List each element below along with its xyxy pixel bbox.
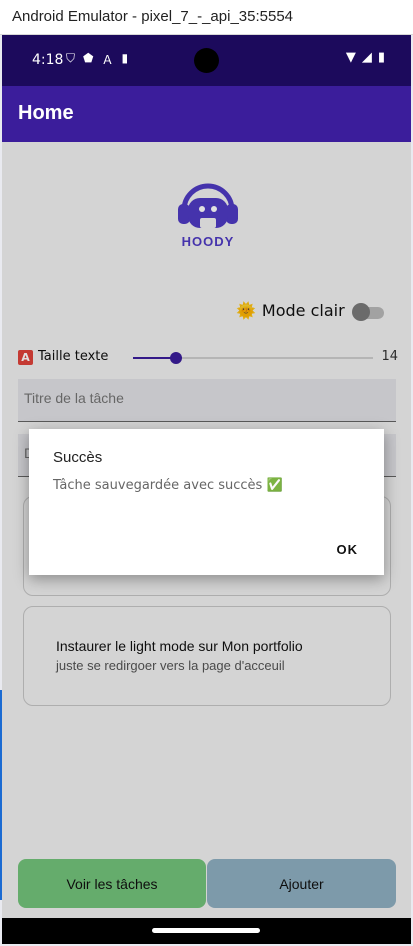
a-icon: Ａ — [101, 53, 114, 67]
battery-icon: ▮ — [377, 50, 385, 65]
phone-screen: 4:18 ⛉ ⬟ Ａ ▮ ▼ ◢ ▮ Home HOODY 🌞 Mode cla… — [2, 35, 411, 944]
app-bar: Home — [2, 86, 411, 142]
sd-card-icon: ▮ — [121, 51, 129, 65]
camera-cutout — [194, 48, 219, 73]
wifi-icon: ▼ — [345, 50, 356, 65]
dialog-title: Succès — [53, 449, 103, 466]
status-left-icons: ⛉ ⬟ Ａ ▮ — [66, 51, 128, 68]
home-gesture-pill[interactable] — [152, 928, 260, 933]
status-time: 4:18 — [32, 52, 64, 68]
desktop-edge — [0, 690, 2, 900]
shield-icon: ⛉ — [66, 51, 76, 65]
dialog-message: Tâche sauvegardée avec succès ✅ — [53, 478, 283, 493]
emulator-title-bar: Android Emulator - pixel_7_-_api_35:5554 — [0, 0, 413, 35]
signal-icon: ◢ — [361, 50, 372, 65]
navigation-bar — [2, 918, 411, 944]
success-dialog: Succès Tâche sauvegardée avec succès ✅ O… — [29, 429, 384, 575]
status-bar: 4:18 ⛉ ⬟ Ａ ▮ ▼ ◢ ▮ — [2, 35, 411, 86]
emulator-title: Android Emulator - pixel_7_-_api_35:5554 — [12, 8, 294, 25]
page-title: Home — [18, 102, 74, 124]
dialog-ok-button[interactable]: OK — [331, 538, 365, 561]
status-right-icons: ▼ ◢ ▮ — [346, 50, 385, 65]
protect-icon: ⬟ — [83, 51, 94, 65]
